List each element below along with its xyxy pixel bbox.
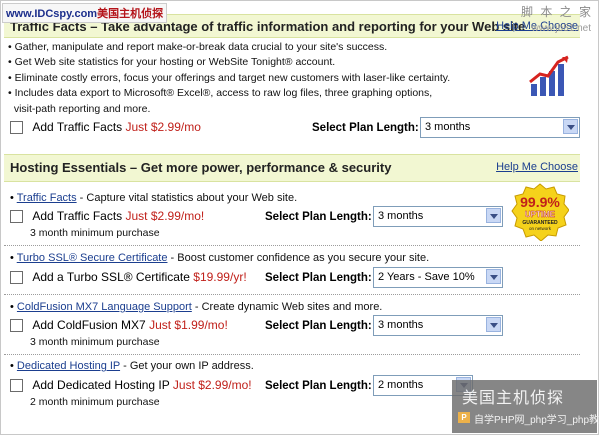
turbo-ssl-link[interactable]: Turbo SSL® Secure Certificate	[17, 252, 168, 264]
item4-add-row: Add Dedicated Hosting IP Just $2.99/mo!	[10, 378, 252, 393]
php-logo-icon: P	[458, 412, 470, 423]
item2-plan-value: 2 Years - Save 10%	[378, 271, 475, 283]
item3-price: Just $1.99/mo!	[149, 318, 228, 332]
traffic-add-label: Add Traffic Facts	[32, 120, 123, 134]
badge-uptime: UPTIME	[525, 210, 556, 219]
traffic-facts-link[interactable]: Traffic Facts	[17, 192, 77, 204]
traffic-add-row: Add Traffic Facts Just $2.99/mo	[10, 120, 201, 135]
item2-plan-label: Select Plan Length:	[265, 272, 372, 284]
traffic-plan-select[interactable]: 3 months	[420, 117, 580, 138]
coldfusion-desc: - Create dynamic Web sites and more.	[191, 301, 383, 313]
hosting-essentials-title: Hosting Essentials – Get more power, per…	[10, 160, 392, 175]
item2-plan-select[interactable]: 2 Years - Save 10%	[373, 267, 503, 288]
item1-plan-value: 3 months	[378, 210, 424, 222]
watermark-br-site: 自学PHP网_php学习_php教	[474, 415, 599, 426]
item3-minimum: 3 month minimum purchase	[30, 336, 160, 348]
bullet-item: visit-path reporting and more.	[8, 102, 151, 115]
coldfusion-link[interactable]: ColdFusion MX7 Language Support	[17, 301, 192, 313]
item3-plan-value: 3 months	[378, 319, 424, 331]
traffic-plan-value: 3 months	[425, 121, 471, 133]
dropdown-arrow-icon	[486, 208, 501, 223]
badge-percent: 99.9%	[520, 194, 560, 210]
bullet-item: • Gather, manipulate and report make-or-…	[8, 41, 388, 53]
watermark-top-right: 脚 本 之 家	[520, 5, 593, 19]
hosting-essentials-header: Hosting Essentials – Get more power, per…	[4, 154, 580, 182]
item2-add-row: Add a Turbo SSL® Certificate $19.99/yr!	[10, 270, 247, 285]
item1-add-row: Add Traffic Facts Just $2.99/mo!	[10, 209, 205, 224]
traffic-facts-desc: - Capture vital statistics about your We…	[76, 192, 298, 204]
dedicated-ip-link[interactable]: Dedicated Hosting IP	[17, 360, 120, 372]
item3-checkbox[interactable]	[10, 319, 23, 333]
watermark-top-right-url: www.jb51.net	[531, 23, 591, 34]
item1-minimum: 3 month minimum purchase	[30, 227, 160, 239]
item1-plan-label: Select Plan Length:	[265, 211, 372, 223]
bullet-item: • Get Web site statistics for your hosti…	[8, 56, 336, 69]
watermark-url: www.IDCspy.com	[6, 8, 98, 20]
item3-add-row: Add ColdFusion MX7 Just $1.99/mo!	[10, 318, 228, 333]
watermark-cn: 美国主机侦探	[97, 8, 164, 20]
item-coldfusion: • ColdFusion MX7 Language Support - Crea…	[10, 301, 383, 313]
item1-add-label: Add Traffic Facts	[32, 209, 123, 223]
traffic-bullet-list: • Gather, manipulate and report make-or-…	[8, 40, 450, 117]
item-divider	[4, 354, 580, 355]
item3-plan-label: Select Plan Length:	[265, 320, 372, 332]
bullet-item: • Eliminate costly errors, focus your of…	[8, 71, 451, 84]
bullet-item: • Includes data export to Microsoft® Exc…	[8, 87, 433, 100]
item-traffic-facts: • Traffic Facts - Capture vital statisti…	[10, 192, 298, 204]
dropdown-arrow-icon	[563, 119, 578, 134]
item1-price: Just $2.99/mo!	[125, 209, 205, 223]
item4-add-label: Add Dedicated Hosting IP	[32, 378, 170, 392]
watermark-br-title: 美国主机侦探	[462, 390, 565, 407]
watermark-bottom-right: 美国主机侦探 P 自学PHP网_php学习_php教	[452, 380, 599, 433]
item3-add-label: Add ColdFusion MX7	[32, 318, 146, 332]
watermark-top-left: www.IDCspy.com美国主机侦探	[2, 3, 168, 23]
item1-checkbox[interactable]	[10, 210, 23, 224]
item2-checkbox[interactable]	[10, 271, 23, 285]
item-divider	[4, 294, 580, 295]
item-dedicated-ip: • Dedicated Hosting IP - Get your own IP…	[10, 360, 254, 372]
item-divider	[4, 245, 580, 246]
item4-plan-value: 2 months	[378, 379, 424, 391]
item2-add-label: Add a Turbo SSL® Certificate	[32, 270, 190, 284]
bar-chart-icon	[529, 55, 569, 96]
uptime-badge-icon: 99.9% UPTIME GUARANTEED on network	[511, 183, 569, 241]
item2-price: $19.99/yr!	[193, 270, 247, 284]
dropdown-arrow-icon	[486, 317, 501, 332]
item1-plan-select[interactable]: 3 months	[373, 206, 503, 227]
traffic-price: Just $2.99/mo	[125, 120, 201, 134]
turbo-ssl-desc: - Boost customer confidence as you secur…	[167, 252, 430, 264]
dedicated-ip-desc: - Get your own IP address.	[120, 360, 254, 372]
hosting-help-link[interactable]: Help Me Choose	[496, 161, 578, 173]
dropdown-arrow-icon	[486, 269, 501, 284]
traffic-add-checkbox[interactable]	[10, 121, 23, 135]
item-turbo-ssl: • Turbo SSL® Secure Certificate - Boost …	[10, 252, 430, 264]
traffic-plan-label: Select Plan Length:	[312, 122, 419, 134]
badge-network: on network	[529, 226, 552, 231]
item4-checkbox[interactable]	[10, 379, 23, 393]
item4-minimum: 2 month minimum purchase	[30, 396, 160, 408]
item4-price: Just $2.99/mo!	[172, 378, 252, 392]
item4-plan-label: Select Plan Length:	[265, 380, 372, 392]
item3-plan-select[interactable]: 3 months	[373, 315, 503, 336]
